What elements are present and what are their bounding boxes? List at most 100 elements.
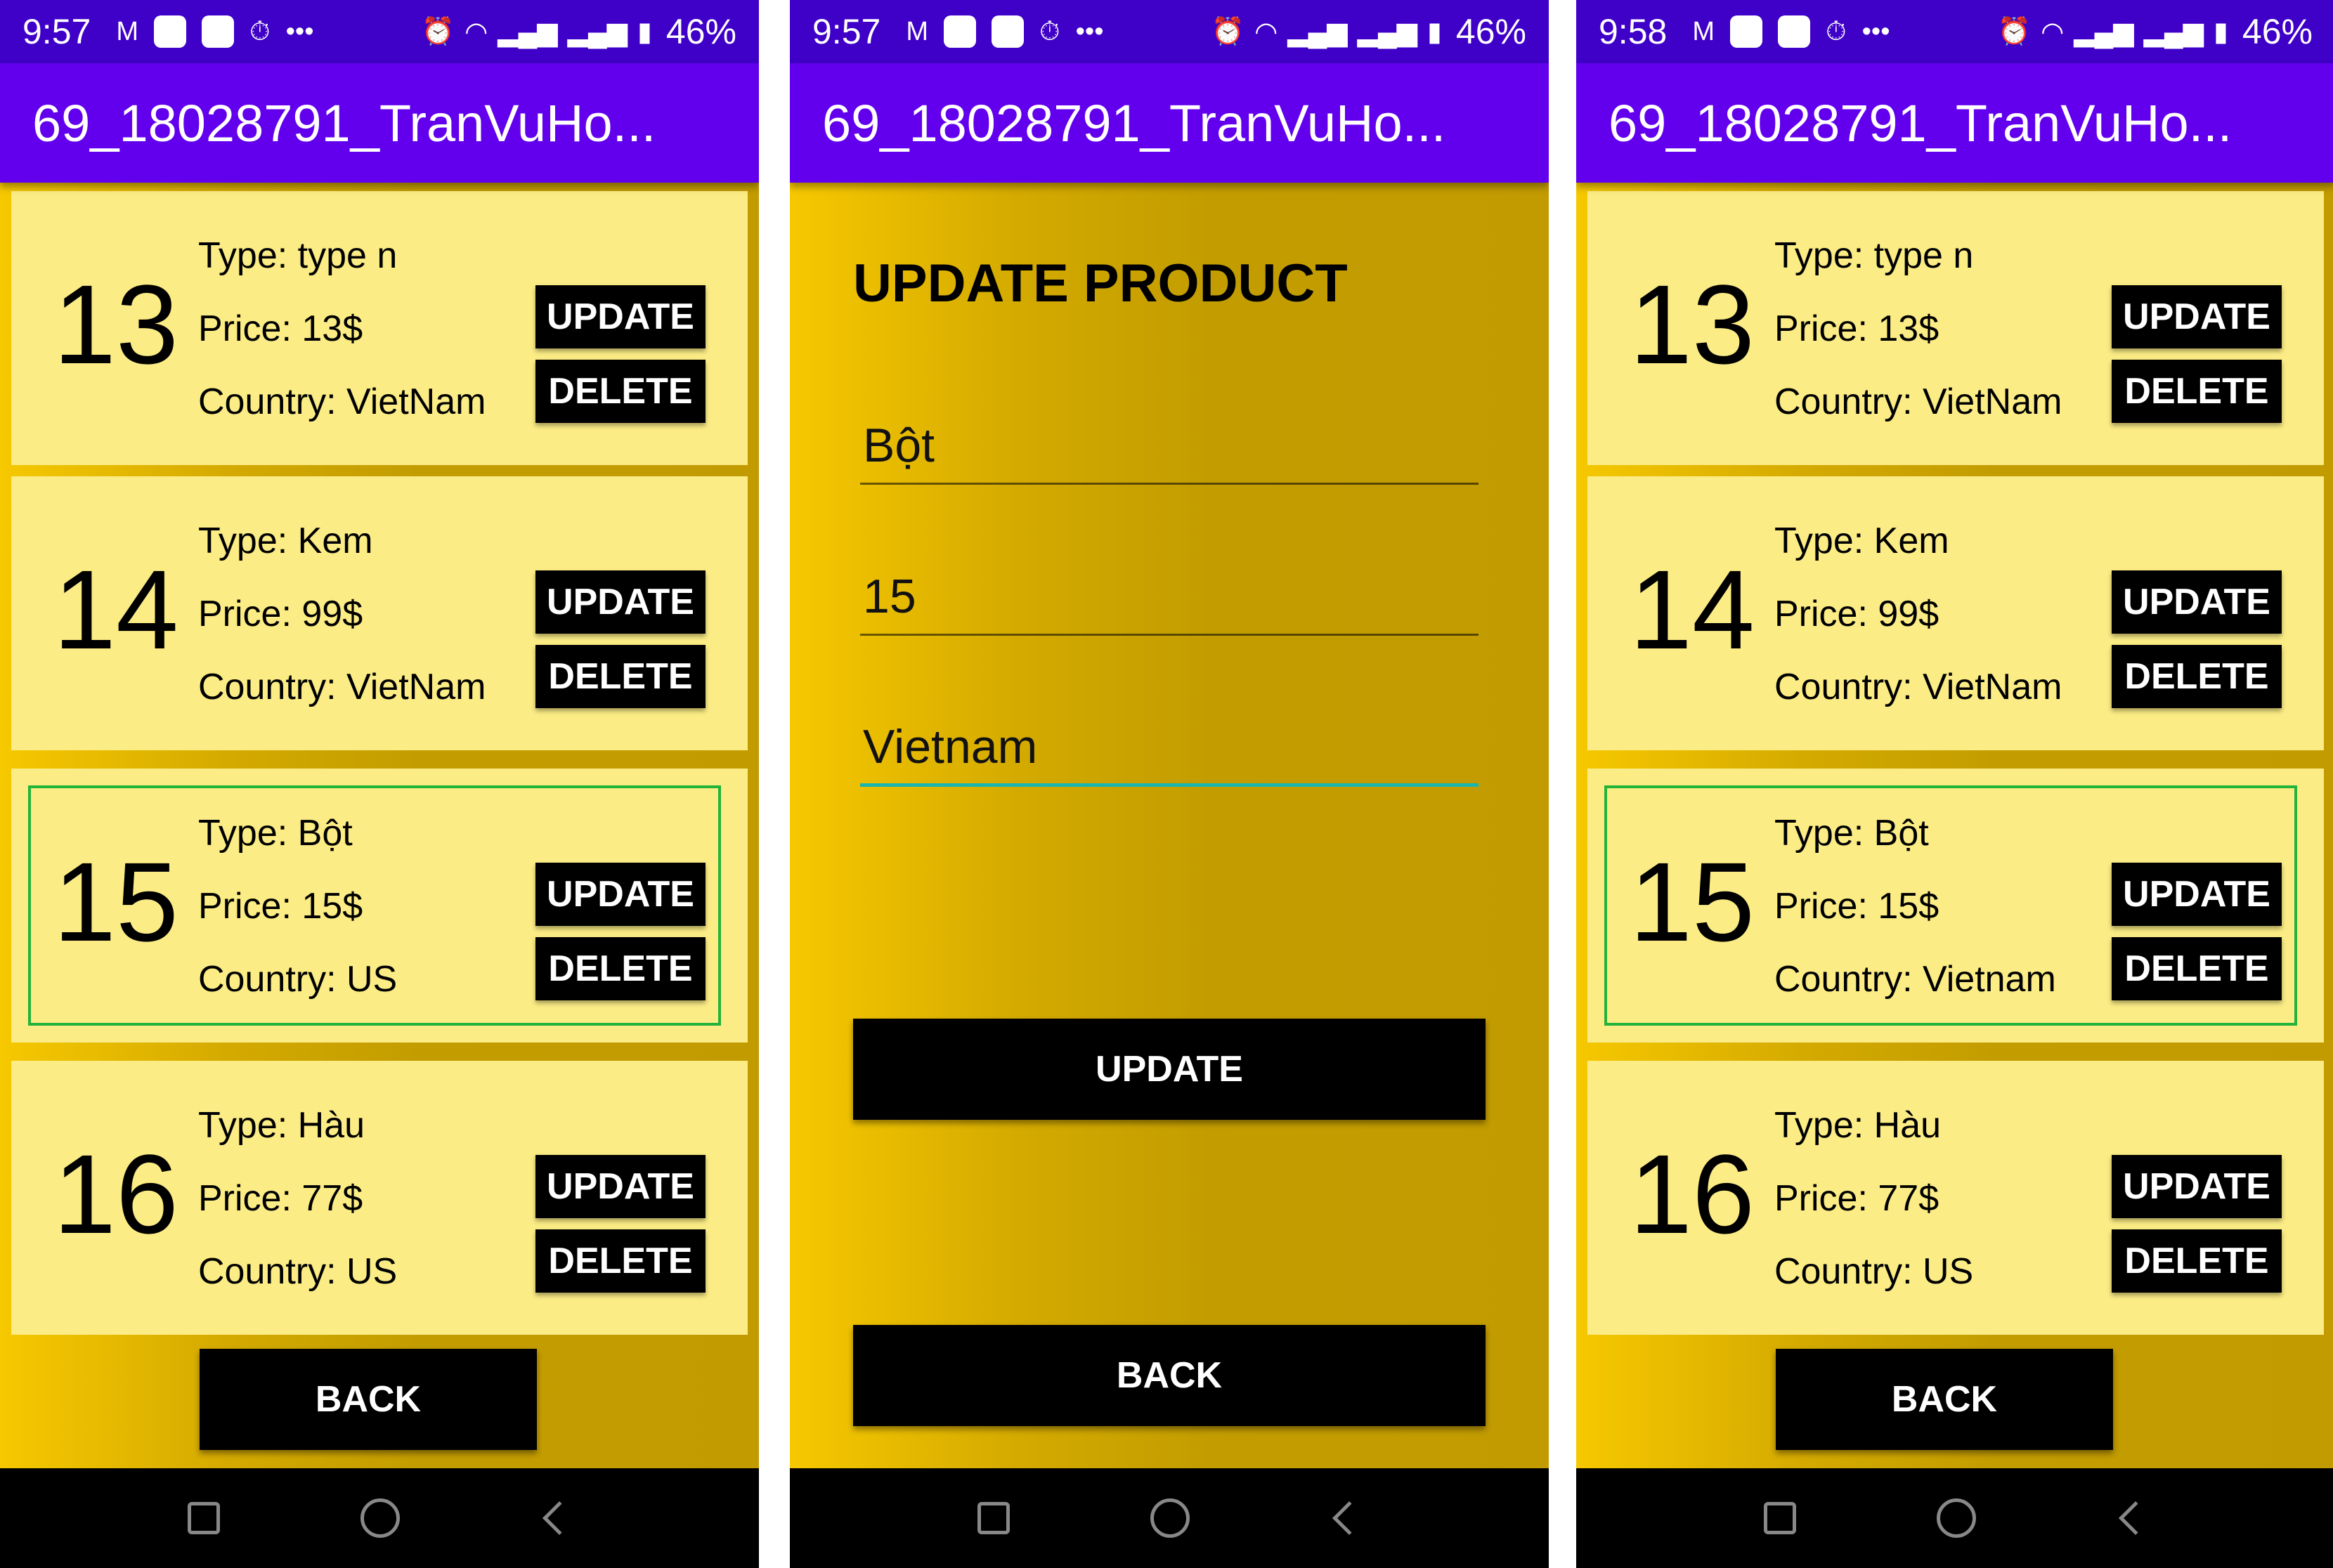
- app-bar-title: 69_18028791_TranVuHo...: [790, 63, 1549, 183]
- battery-icon: ▮: [637, 17, 652, 47]
- product-type: Type: Bột: [1774, 813, 1929, 854]
- update-button[interactable]: UPDATE: [535, 863, 706, 926]
- recent-apps-icon[interactable]: [1764, 1502, 1796, 1534]
- product-card-selected[interactable]: 15 Type: Bột Price: 15$ Country: Vietnam…: [1587, 769, 2324, 1043]
- country-field[interactable]: [860, 710, 1479, 787]
- update-button[interactable]: UPDATE: [535, 285, 706, 348]
- product-card[interactable]: 16 Type: Hàu Price: 77$ Country: US UPDA…: [11, 1061, 748, 1335]
- home-icon[interactable]: [1150, 1498, 1190, 1538]
- price-field[interactable]: [860, 558, 1479, 636]
- delete-button[interactable]: DELETE: [535, 937, 706, 1000]
- product-price: Price: 13$: [1774, 308, 1939, 349]
- update-button[interactable]: UPDATE: [535, 570, 706, 634]
- app-bar-title: 69_18028791_TranVuHo...: [1576, 63, 2333, 183]
- signal-icon: ▂▄▆: [1357, 17, 1417, 47]
- product-card[interactable]: 16 Type: Hàu Price: 77$ Country: US UPDA…: [1587, 1061, 2324, 1335]
- signal-icon: ▂▄▆: [2074, 17, 2134, 47]
- battery-percent: 46%: [1455, 12, 1526, 51]
- product-id: 15: [53, 839, 178, 965]
- battery-icon: ▮: [2214, 17, 2228, 47]
- product-country: Country: US: [198, 1251, 398, 1292]
- type-input[interactable]: [860, 407, 1479, 485]
- signal-icon: ▂▄▆: [2143, 17, 2204, 47]
- product-country: Country: VietNam: [198, 667, 486, 707]
- product-price: Price: 15$: [1774, 886, 1939, 927]
- product-list[interactable]: 13 Type: type n Price: 13$ Country: Viet…: [1576, 183, 2333, 1468]
- update-button[interactable]: UPDATE: [2112, 570, 2282, 634]
- app-icon: [991, 15, 1024, 48]
- app-icon: [201, 15, 234, 48]
- product-card[interactable]: 13 Type: type n Price: 13$ Country: Viet…: [11, 191, 748, 465]
- product-country: Country: Vietnam: [1774, 959, 2056, 1000]
- delete-button[interactable]: DELETE: [2112, 645, 2282, 708]
- price-input[interactable]: [860, 558, 1479, 636]
- delete-button[interactable]: DELETE: [2112, 360, 2282, 423]
- timer-icon: ⏱: [1825, 16, 1847, 46]
- product-type: Type: type n: [1774, 235, 1974, 276]
- product-type: Type: Kem: [1774, 521, 1949, 561]
- type-field[interactable]: [860, 407, 1479, 485]
- product-country: Country: VietNam: [198, 381, 486, 422]
- navigation-bar: [790, 1468, 1549, 1568]
- back-button[interactable]: BACK: [853, 1325, 1486, 1426]
- form-title: UPDATE PRODUCT: [853, 254, 1348, 313]
- alarm-icon: ⏰: [421, 17, 455, 46]
- battery-icon: ▮: [1427, 17, 1442, 47]
- delete-button[interactable]: DELETE: [2112, 1229, 2282, 1293]
- country-input[interactable]: [860, 710, 1479, 787]
- phone-screen-list-before: 9:57 M ⏱ ••• ⏰ ◠ ▂▄▆ ▂▄▆ ▮ 46% 69_180287…: [0, 0, 759, 1568]
- home-icon[interactable]: [360, 1498, 400, 1538]
- product-id: 14: [53, 547, 178, 672]
- product-id: 15: [1630, 839, 1755, 965]
- product-list[interactable]: 13 Type: type n Price: 13$ Country: Viet…: [0, 183, 759, 1468]
- back-button[interactable]: BACK: [1776, 1349, 2113, 1450]
- phone-screen-list-after: 9:58 M ⏱ ••• ⏰ ◠ ▂▄▆ ▂▄▆ ▮ 46% 69_180287…: [1576, 0, 2333, 1568]
- product-price: Price: 77$: [1774, 1178, 1939, 1219]
- product-card-selected[interactable]: 15 Type: Bột Price: 15$ Country: US UPDA…: [11, 769, 748, 1043]
- update-button[interactable]: UPDATE: [2112, 863, 2282, 926]
- update-button[interactable]: UPDATE: [535, 1155, 706, 1218]
- delete-button[interactable]: DELETE: [535, 1229, 706, 1293]
- product-country: Country: US: [1774, 1251, 1974, 1292]
- product-id: 13: [1630, 261, 1755, 387]
- product-card[interactable]: 14 Type: Kem Price: 99$ Country: VietNam…: [11, 476, 748, 750]
- back-nav-icon[interactable]: [1332, 1501, 1367, 1536]
- app-bar-title: 69_18028791_TranVuHo...: [0, 63, 759, 183]
- timer-icon: ⏱: [249, 16, 271, 46]
- product-price: Price: 15$: [198, 886, 363, 927]
- app-icon: [1729, 15, 1762, 48]
- signal-icon: ▂▄▆: [567, 17, 628, 47]
- product-type: Type: Hàu: [1774, 1105, 1942, 1146]
- product-card[interactable]: 13 Type: type n Price: 13$ Country: Viet…: [1587, 191, 2324, 465]
- update-button[interactable]: UPDATE: [2112, 1155, 2282, 1218]
- gmail-icon: M: [1692, 16, 1715, 46]
- status-bar: 9:57 M ⏱ ••• ⏰ ◠ ▂▄▆ ▂▄▆ ▮ 46%: [790, 0, 1549, 63]
- delete-button[interactable]: DELETE: [2112, 937, 2282, 1000]
- back-nav-icon[interactable]: [542, 1501, 577, 1536]
- status-bar: 9:57 M ⏱ ••• ⏰ ◠ ▂▄▆ ▂▄▆ ▮ 46%: [0, 0, 759, 63]
- wifi-icon: ◠: [1254, 17, 1278, 47]
- gmail-icon: M: [906, 16, 928, 46]
- product-type: Type: Bột: [198, 813, 353, 854]
- navigation-bar: [1576, 1468, 2333, 1568]
- battery-percent: 46%: [2242, 12, 2313, 51]
- recent-apps-icon[interactable]: [977, 1502, 1010, 1534]
- update-form: UPDATE PRODUCT UPDATE BACK: [790, 183, 1549, 1468]
- update-submit-button[interactable]: UPDATE: [853, 1019, 1486, 1120]
- more-icon: •••: [1075, 16, 1104, 46]
- back-button[interactable]: BACK: [200, 1349, 537, 1450]
- navigation-bar: [0, 1468, 759, 1568]
- recent-apps-icon[interactable]: [188, 1502, 220, 1534]
- back-nav-icon[interactable]: [2118, 1501, 2153, 1536]
- delete-button[interactable]: DELETE: [535, 360, 706, 423]
- product-price: Price: 77$: [198, 1178, 363, 1219]
- battery-percent: 46%: [665, 12, 736, 51]
- status-bar: 9:58 M ⏱ ••• ⏰ ◠ ▂▄▆ ▂▄▆ ▮ 46%: [1576, 0, 2333, 63]
- phone-screen-update-form: 9:57 M ⏱ ••• ⏰ ◠ ▂▄▆ ▂▄▆ ▮ 46% 69_180287…: [790, 0, 1549, 1568]
- delete-button[interactable]: DELETE: [535, 645, 706, 708]
- update-button[interactable]: UPDATE: [2112, 285, 2282, 348]
- status-time: 9:57: [22, 12, 91, 51]
- home-icon[interactable]: [1937, 1498, 1976, 1538]
- product-card[interactable]: 14 Type: Kem Price: 99$ Country: VietNam…: [1587, 476, 2324, 750]
- more-icon: •••: [285, 16, 314, 46]
